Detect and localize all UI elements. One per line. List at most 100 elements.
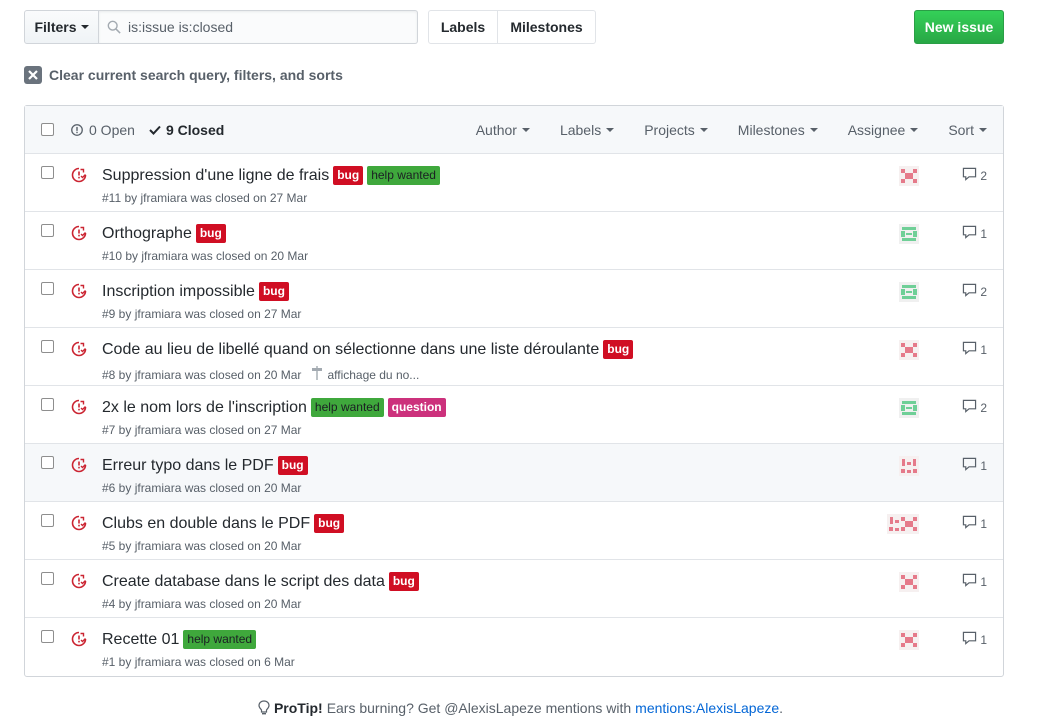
issue-title-link[interactable]: 2x le nom lors de l'inscription (102, 399, 307, 417)
issue-title-line: Erreur typo dans le PDF bug (102, 456, 308, 475)
comments-link[interactable]: 1 (962, 573, 987, 590)
avatar[interactable] (899, 456, 919, 476)
issue-checkbox[interactable] (41, 630, 54, 643)
comment-count: 2 (980, 168, 987, 183)
label-bug[interactable]: bug (388, 572, 419, 591)
comments-link[interactable]: 1 (962, 225, 987, 242)
label-bug[interactable]: bug (603, 340, 634, 359)
protip: ProTip! Ears burning? Get @AlexisLapeze … (0, 700, 1041, 716)
assignee-filter[interactable]: Assignee (848, 122, 919, 138)
comment-icon (962, 399, 977, 416)
issue-title-link[interactable]: Orthographe (102, 225, 192, 243)
comments-link[interactable]: 1 (962, 341, 987, 358)
label-bug[interactable]: bug (258, 282, 289, 301)
author-filter[interactable]: Author (476, 122, 530, 138)
comments-link[interactable]: 2 (962, 283, 987, 300)
avatar[interactable] (899, 224, 919, 244)
issue-meta: #1 by jframiara was closed on 6 Mar (102, 655, 295, 669)
open-count: 0 Open (89, 122, 135, 138)
label-help-wanted[interactable]: help wanted (310, 398, 384, 417)
labels-filter-label: Labels (559, 122, 602, 138)
labels-button[interactable]: Labels (428, 10, 498, 44)
sort-filter[interactable]: Sort (948, 122, 987, 138)
issue-title-link[interactable]: Recette 01 (102, 631, 179, 649)
label-bug[interactable]: bug (314, 514, 345, 533)
new-issue-button[interactable]: New issue (914, 10, 1004, 44)
issue-meta: #4 by jframiara was closed on 20 Mar (102, 597, 301, 611)
issue-checkbox[interactable] (41, 340, 54, 353)
comment-count: 1 (980, 458, 987, 473)
issue-title-link[interactable]: Create database dans le script des data (102, 573, 385, 591)
issue-row[interactable]: 2x le nom lors de l'inscription help want… (25, 386, 1003, 444)
check-icon (149, 125, 161, 135)
label-bug[interactable]: bug (333, 166, 364, 185)
milestones-filter[interactable]: Milestones (738, 122, 818, 138)
avatar[interactable] (899, 340, 919, 360)
select-all-checkbox[interactable] (41, 123, 54, 136)
comments-link[interactable]: 1 (962, 515, 987, 532)
issue-row[interactable]: Recette 01 help wanted #1 by jframiara was… (25, 618, 1003, 676)
issue-closed-icon (71, 399, 87, 418)
labels-filter[interactable]: Labels (559, 122, 615, 138)
label-bug[interactable]: bug (195, 224, 226, 243)
state-toggle: 0 Open 9 Closed (70, 106, 224, 154)
avatar[interactable] (899, 572, 919, 592)
milestone-label: affichage du no... (327, 367, 420, 382)
chevron-down-icon (606, 128, 615, 132)
issue-meta-text: #4 by jframiara was closed on 20 Mar (102, 597, 302, 611)
protip-mentions-link[interactable]: mentions:AlexisLapeze (635, 700, 779, 716)
comment-icon (962, 515, 977, 532)
avatar[interactable] (899, 166, 919, 186)
issue-row[interactable]: Erreur typo dans le PDF bug #6 by jframiar… (25, 444, 1003, 502)
issue-row[interactable]: Clubs en double dans le PDF bug #5 by jfra… (25, 502, 1003, 560)
issue-row[interactable]: Code au lieu de libellé quand on sélecti… (25, 328, 1003, 386)
issue-closed-icon (71, 167, 87, 186)
issue-closed-icon (71, 515, 87, 534)
projects-filter[interactable]: Projects (644, 122, 708, 138)
issue-title-line: Orthographe bug (102, 224, 226, 243)
issue-title-link[interactable]: Code au lieu de libellé quand on sélecti… (102, 341, 599, 359)
label-help-wanted[interactable]: help wanted (367, 166, 440, 185)
issue-checkbox[interactable] (41, 398, 54, 411)
milestones-button[interactable]: Milestones (498, 10, 596, 44)
comments-link[interactable]: 2 (962, 167, 987, 184)
issue-meta-text: #1 by jframiara was closed on 6 Mar (102, 655, 295, 669)
comment-icon (962, 341, 977, 358)
issue-title-line: Code au lieu de libellé quand on sélecti… (102, 340, 634, 359)
issue-title-link[interactable]: Clubs en double dans le PDF (102, 515, 310, 533)
search-icon (107, 20, 121, 34)
issue-row[interactable]: Suppression d'une ligne de frais bug help … (25, 154, 1003, 212)
issue-row[interactable]: Create database dans le script des data b… (25, 560, 1003, 618)
clear-query-link[interactable]: Clear current search query, filters, and… (24, 66, 343, 84)
issue-checkbox[interactable] (41, 456, 54, 469)
issue-row[interactable]: Orthographe bug #10 by jframiara was close… (25, 212, 1003, 270)
issue-checkbox[interactable] (41, 224, 54, 237)
search-box[interactable] (99, 10, 418, 44)
avatar[interactable] (899, 398, 919, 418)
comments-link[interactable]: 1 (962, 457, 987, 474)
issue-title-link[interactable]: Erreur typo dans le PDF (102, 457, 274, 475)
issue-row[interactable]: Inscription impossible bug #9 by jframiara… (25, 270, 1003, 328)
open-issues-tab[interactable]: 0 Open (70, 122, 135, 138)
search-input[interactable] (128, 19, 388, 35)
avatar[interactable] (899, 282, 919, 302)
issue-checkbox[interactable] (41, 166, 54, 179)
comments-link[interactable]: 1 (962, 631, 987, 648)
filters-button[interactable]: Filters (24, 10, 99, 44)
issue-title-link[interactable]: Inscription impossible (102, 283, 255, 301)
issue-checkbox[interactable] (41, 572, 54, 585)
milestone-link[interactable]: affichage du no... (311, 365, 419, 384)
assignee-avatars[interactable] (887, 514, 919, 534)
issue-rows: Suppression d'une ligne de frais bug help … (25, 154, 1003, 676)
closed-issues-tab[interactable]: 9 Closed (149, 122, 224, 138)
issue-title-link[interactable]: Suppression d'une ligne de frais (102, 167, 329, 185)
issue-checkbox[interactable] (41, 282, 54, 295)
label-help-wanted[interactable]: help wanted (183, 630, 257, 649)
issue-title-line: 2x le nom lors de l'inscription help want… (102, 398, 446, 417)
label-bug[interactable]: bug (277, 456, 308, 475)
comments-link[interactable]: 2 (962, 399, 987, 416)
label-question[interactable]: question (387, 398, 446, 417)
issue-checkbox[interactable] (41, 514, 54, 527)
avatar[interactable] (899, 514, 919, 534)
avatar[interactable] (899, 630, 919, 650)
